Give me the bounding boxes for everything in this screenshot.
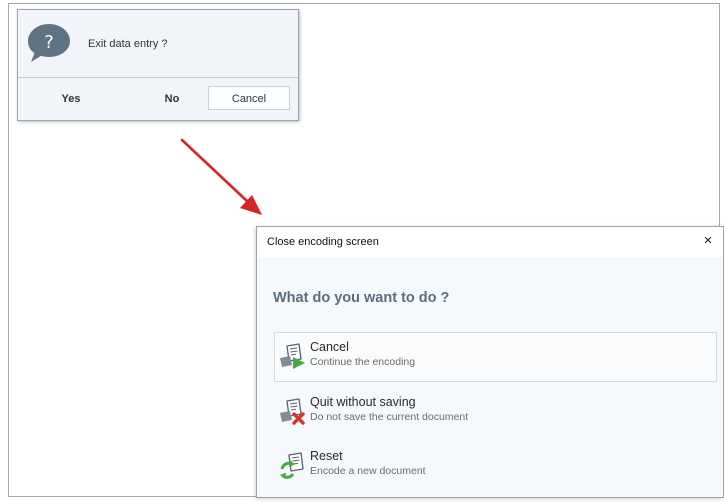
option-subtitle: Encode a new document (310, 465, 426, 477)
option-title: Reset (310, 449, 343, 463)
option-subtitle: Do not save the current document (310, 411, 469, 423)
question-bubble-icon: ? (28, 24, 70, 62)
close-encoding-dialog: Close encoding screen × What do you want… (256, 226, 724, 498)
document-play-icon (280, 343, 305, 369)
cancel-button[interactable]: Cancel (208, 86, 290, 110)
close-icon[interactable]: × (699, 232, 717, 250)
option-reset[interactable]: Reset Encode a new document (274, 441, 717, 491)
divider (18, 77, 298, 78)
dialog-title: Close encoding screen (267, 236, 379, 248)
option-title: Quit without saving (310, 395, 416, 409)
option-quit-without-saving[interactable]: Quit without saving Do not save the curr… (274, 387, 717, 437)
document-refresh-icon (280, 452, 304, 479)
option-subtitle: Continue the encoding (310, 356, 416, 368)
exit-confirm-dialog: ? Exit data entry ? Yes No Cancel (17, 9, 299, 121)
option-cancel[interactable]: Cancel Continue the encoding (274, 332, 717, 382)
dialog-titlebar: Close encoding screen × (257, 227, 723, 257)
confirm-message: Exit data entry ? (88, 38, 168, 50)
option-title: Cancel (310, 340, 349, 354)
dialog-heading: What do you want to do ? (273, 290, 450, 306)
red-arrow-icon (180, 138, 262, 215)
document-delete-icon (280, 398, 305, 425)
svg-text:?: ? (44, 32, 54, 53)
no-button[interactable]: No (151, 86, 193, 110)
yes-button[interactable]: Yes (50, 86, 92, 110)
